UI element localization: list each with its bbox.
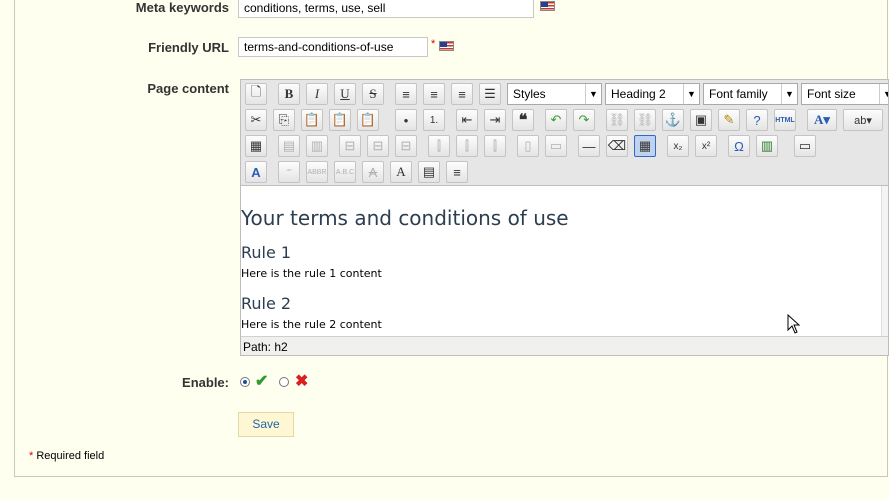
paste-text-icon[interactable]: 📋 [329,109,351,131]
undo-icon[interactable]: ↶ [545,109,567,131]
outdent-icon[interactable]: ⇤ [456,109,478,131]
required-star: * [29,450,34,462]
styleprops-icon[interactable]: A [245,161,267,183]
cross-icon: ✖ [295,373,309,390]
rule-1-title: Rule 1 [241,243,292,262]
insert-col-after-icon[interactable]: ⫿ [456,135,478,157]
mouse-cursor-icon [787,314,801,334]
editor-scrollbar[interactable] [881,186,888,336]
strikethrough-icon[interactable]: S [362,83,384,105]
acronym-icon[interactable]: A.B.C [334,161,356,183]
split-cells-icon[interactable]: ▯ [517,135,539,157]
save-button[interactable]: Save [238,412,294,437]
copy-icon[interactable]: ⎘ [273,109,295,131]
image-icon[interactable]: ▣ [690,109,712,131]
subscript-icon[interactable]: x₂ [667,135,689,157]
fullscreen-icon[interactable]: ▭ [794,135,816,157]
align-justify-icon[interactable]: ☰ [479,83,501,105]
insert-text-icon[interactable]: A [390,161,412,183]
content-heading: Your terms and conditions of use [241,206,569,230]
italic-icon[interactable]: I [306,83,328,105]
merge-cells-icon[interactable]: ▭ [545,135,567,157]
enable-yes-radio[interactable] [240,377,250,387]
cut-icon[interactable]: ✂ [245,109,267,131]
friendly-url-label: Friendly URL [148,40,229,55]
editor-toolbar: 🗋 B I U S ≡ ≡ ≡ ☰ Styles ▼ Heading 2 ▼ Fon… [241,80,888,186]
us-flag-icon[interactable] [439,41,454,51]
font-size-select[interactable]: Font size▼ [801,83,888,105]
paste-word-icon[interactable]: 📋 [357,109,379,131]
blockquote-icon[interactable]: ❝ [512,109,534,131]
align-center-icon[interactable]: ≡ [423,83,445,105]
rule-2-title: Rule 2 [241,294,292,313]
visual-chars-icon[interactable]: ≡ [446,161,468,183]
superscript-icon[interactable]: x² [695,135,717,157]
align-left-icon[interactable]: ≡ [395,83,417,105]
help-icon[interactable]: ? [746,109,768,131]
unlink-icon[interactable]: ⛓ [634,109,656,131]
check-icon: ✔ [255,373,269,390]
editor-path: Path: h2 [241,336,888,355]
chevron-down-icon: ▼ [879,84,888,104]
styles-select[interactable]: Styles ▼ [507,83,602,105]
redo-icon[interactable]: ↷ [573,109,595,131]
special-char-icon[interactable]: Ω [728,135,750,157]
us-flag-icon[interactable] [540,1,555,11]
cell-properties-icon[interactable]: ▥ [306,135,328,157]
required-note-text: Required field [36,450,105,462]
table-icon[interactable]: ▦ [245,135,267,157]
chevron-down-icon: ▼ [683,84,699,104]
required-note: * Required field [29,450,104,462]
insert-col-before-icon[interactable]: ⫿ [428,135,450,157]
media-icon[interactable]: ▥ [756,135,778,157]
remove-format-icon[interactable]: ⌫ [606,135,628,157]
rule-1-text: Here is the rule 1 content [241,267,382,280]
rule-2-text: Here is the rule 2 content [241,318,382,331]
horizontal-rule-icon[interactable]: — [578,135,600,157]
text-color-icon[interactable]: A▾ [807,109,837,131]
background-color-icon[interactable]: ab▾ [843,109,883,131]
anchor-icon[interactable]: ⚓ [662,109,684,131]
delete-col-icon[interactable]: ⫿ [484,135,506,157]
meta-keywords-input[interactable]: conditions, terms, use, sell [238,0,534,18]
required-star: * [431,38,436,50]
abbr-icon[interactable]: ABBR [306,161,328,183]
enable-label: Enable: [182,375,229,390]
visual-aid-icon[interactable]: ▦ [634,135,656,157]
attributes-icon[interactable]: ▤ [418,161,440,183]
row-properties-icon[interactable]: ▤ [278,135,300,157]
enable-no-radio[interactable] [279,377,289,387]
page-content-label: Page content [147,81,229,96]
link-icon[interactable]: ⛓ [606,109,628,131]
format-select[interactable]: Heading 2 ▼ [605,83,700,105]
underline-icon[interactable]: U [334,83,356,105]
chevron-down-icon: ▼ [781,84,797,104]
indent-icon[interactable]: ⇥ [484,109,506,131]
paste-icon[interactable]: 📋 [301,109,323,131]
insert-row-after-icon[interactable]: ⊟ [367,135,389,157]
html-icon[interactable]: HTML [774,109,796,131]
delete-row-icon[interactable]: ⊟ [395,135,417,157]
cleanup-icon[interactable]: ✎ [718,109,740,131]
bold-icon[interactable]: B [278,83,300,105]
font-family-select[interactable]: Font family ▼ [703,83,798,105]
cite-icon[interactable]: “” [278,161,300,183]
delete-text-icon[interactable]: A [362,161,384,183]
meta-keywords-label: Meta keywords [135,0,229,15]
friendly-url-input[interactable]: terms-and-conditions-of-use [238,37,428,57]
insert-row-before-icon[interactable]: ⊟ [339,135,361,157]
align-right-icon[interactable]: ≡ [451,83,473,105]
bullet-list-icon[interactable]: • [395,109,417,131]
numbered-list-icon[interactable]: 1. [423,109,445,131]
new-document-icon[interactable]: 🗋 [245,83,267,105]
chevron-down-icon: ▼ [585,84,601,104]
